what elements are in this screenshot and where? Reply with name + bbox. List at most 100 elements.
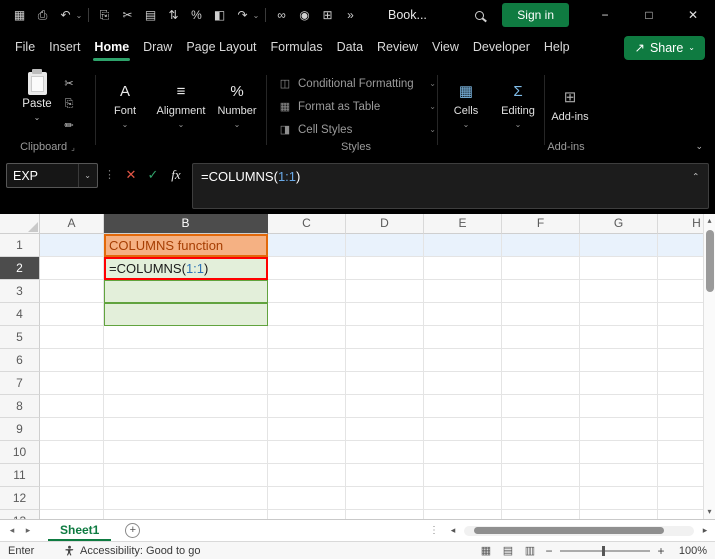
cell-h9[interactable] [658, 418, 703, 441]
cell-g4[interactable] [580, 303, 658, 326]
cell-e8[interactable] [424, 395, 502, 418]
cell-b9[interactable] [104, 418, 268, 441]
share-button[interactable]: ↗ Share ⌄ [624, 35, 705, 60]
sheet-nav-left-icon[interactable]: ◂ [4, 525, 20, 536]
tab-insert[interactable]: Insert [42, 30, 87, 65]
cell-a5[interactable] [40, 326, 104, 349]
column-header-h[interactable]: H [658, 214, 703, 234]
zoom-slider-thumb[interactable] [602, 545, 605, 556]
paste-button[interactable]: Paste ⌄ [16, 69, 58, 136]
cell-h4[interactable] [658, 303, 703, 326]
normal-view-button[interactable]: ▦ [475, 544, 497, 557]
tab-developer[interactable]: Developer [466, 30, 537, 65]
cell-e5[interactable] [424, 326, 502, 349]
cell-h7[interactable] [658, 372, 703, 395]
accessibility-checker[interactable]: Accessibility: Good to go [64, 545, 200, 557]
cell-e10[interactable] [424, 441, 502, 464]
cell-a13[interactable] [40, 510, 104, 519]
cell-f7[interactable] [502, 372, 580, 395]
cell-h3[interactable] [658, 280, 703, 303]
column-header-e[interactable]: E [424, 214, 502, 234]
hscroll-right-arrow[interactable]: ▸ [699, 525, 711, 536]
cell-d8[interactable] [346, 395, 424, 418]
cell-f10[interactable] [502, 441, 580, 464]
cell-d3[interactable] [346, 280, 424, 303]
cell-d7[interactable] [346, 372, 424, 395]
row-header-4[interactable]: 4 [0, 303, 40, 326]
picture-button[interactable]: ▤ [139, 8, 162, 22]
tab-draw[interactable]: Draw [136, 30, 179, 65]
cell-a3[interactable] [40, 280, 104, 303]
cell-c7[interactable] [268, 372, 346, 395]
cell-g8[interactable] [580, 395, 658, 418]
horizontal-scrollbar[interactable] [464, 525, 694, 536]
scroll-down-arrow[interactable]: ▾ [707, 505, 711, 519]
zoom-in-button[interactable]: + [653, 544, 669, 558]
format-as-table-button[interactable]: ▦ Format as Table ⌄ [278, 98, 436, 115]
group-cells[interactable]: ▦ Cells ⌄ [440, 72, 492, 138]
row-header-6[interactable]: 6 [0, 349, 40, 372]
cell-h10[interactable] [658, 441, 703, 464]
cell-b12[interactable] [104, 487, 268, 510]
cell-g12[interactable] [580, 487, 658, 510]
row-header-3[interactable]: 3 [0, 280, 40, 303]
row-header-11[interactable]: 11 [0, 464, 40, 487]
cell-f6[interactable] [502, 349, 580, 372]
tab-file[interactable]: File [8, 30, 42, 65]
cut-button[interactable]: ✂ [116, 8, 139, 22]
cell-b4[interactable] [104, 303, 268, 326]
tab-data[interactable]: Data [330, 30, 370, 65]
cut-button[interactable]: ✂ [60, 77, 78, 90]
cell-styles-button[interactable]: ◨ Cell Styles ⌄ [278, 121, 436, 138]
collapse-formula-bar-button[interactable]: ⌄ [692, 167, 700, 184]
column-header-b[interactable]: B [104, 214, 268, 234]
cell-b2[interactable]: =COLUMNS(1:1) [104, 257, 268, 280]
cell-b5[interactable] [104, 326, 268, 349]
kebab-icon[interactable]: ⋮ [429, 525, 439, 536]
cell-d6[interactable] [346, 349, 424, 372]
minimize-button[interactable]: − [583, 0, 627, 30]
grip-icon[interactable]: ⋮ [104, 168, 115, 181]
cell-e3[interactable] [424, 280, 502, 303]
chevron-down-icon[interactable]: ⌄ [78, 164, 91, 187]
cell-a2[interactable] [40, 257, 104, 280]
page-break-view-button[interactable]: ▥ [519, 544, 541, 557]
row-header-1[interactable]: 1 [0, 234, 40, 257]
maximize-button[interactable]: □ [627, 0, 671, 30]
cell-e6[interactable] [424, 349, 502, 372]
cell-c12[interactable] [268, 487, 346, 510]
cell-g9[interactable] [580, 418, 658, 441]
cell-e11[interactable] [424, 464, 502, 487]
cell-b10[interactable] [104, 441, 268, 464]
cell-a8[interactable] [40, 395, 104, 418]
cell-c5[interactable] [268, 326, 346, 349]
dialog-launcher-icon[interactable]: ⌟ [71, 143, 75, 152]
sheet-tab-sheet1[interactable]: Sheet1 [48, 520, 112, 541]
close-button[interactable]: ✕ [671, 0, 715, 30]
cell-e4[interactable] [424, 303, 502, 326]
cell-g10[interactable] [580, 441, 658, 464]
cell-g6[interactable] [580, 349, 658, 372]
cell-b1[interactable]: COLUMNS function [104, 234, 268, 257]
hscroll-left-arrow[interactable]: ◂ [447, 525, 459, 536]
link-button[interactable]: ∞ [270, 8, 293, 22]
cell-c11[interactable] [268, 464, 346, 487]
cell-b13[interactable] [104, 510, 268, 519]
percent-style-button[interactable]: % [185, 8, 208, 22]
cell-a7[interactable] [40, 372, 104, 395]
cell-b3[interactable] [104, 280, 268, 303]
sheet-nav-right-icon[interactable]: ▸ [20, 525, 36, 536]
enter-button[interactable]: ✓ [142, 167, 164, 183]
more-commands-button[interactable]: » [339, 8, 362, 22]
cell-f3[interactable] [502, 280, 580, 303]
cell-c3[interactable] [268, 280, 346, 303]
cell-f4[interactable] [502, 303, 580, 326]
cell-g3[interactable] [580, 280, 658, 303]
vertical-scroll-thumb[interactable] [705, 230, 714, 292]
workbook-title[interactable]: Book... [388, 8, 427, 22]
column-header-f[interactable]: F [502, 214, 580, 234]
cell-d9[interactable] [346, 418, 424, 441]
cell-a9[interactable] [40, 418, 104, 441]
cell-c9[interactable] [268, 418, 346, 441]
group-alignment[interactable]: ≡ Alignment ⌄ [153, 72, 209, 138]
